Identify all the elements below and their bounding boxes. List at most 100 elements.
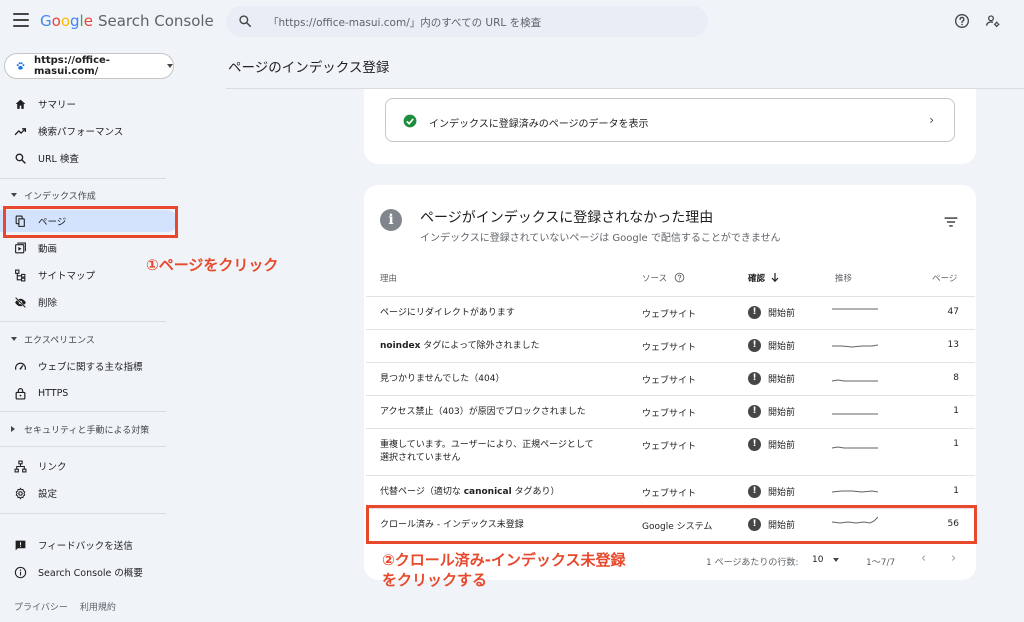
nav-about[interactable]: Search Console の概要 [0, 561, 178, 583]
annotation-box-pages [3, 206, 178, 238]
speed-icon [15, 362, 26, 370]
nav-settings-label: 設定 [38, 489, 58, 500]
chevron-down-icon [167, 64, 173, 68]
privacy-link[interactable]: プライバシー [14, 600, 68, 613]
search-placeholder: 「https://office-masui.com/」内のすべての URL を検… [268, 17, 542, 29]
row-status-label: 開始前 [768, 408, 796, 418]
nav-videos-label: 動画 [38, 244, 58, 255]
trend-sparkline [832, 413, 878, 415]
card-subtitle: インデックスに登録されていないページは Google で配信することができません [420, 233, 781, 244]
table-row[interactable]: 重複しています。ユーザーにより、正規ページとして 選択されていません ウェブサイト… [366, 428, 975, 475]
info-icon [14, 566, 27, 578]
visibility-off-icon [14, 296, 27, 308]
table-row[interactable]: 代替ページ（適切な canonical タグあり） ウェブサイト ! 開始前 1 [366, 475, 975, 508]
section-indexing-label: インデックス作成 [24, 191, 96, 202]
row-reason: 代替ページ（適切な canonical タグあり） [380, 486, 560, 499]
top-bar: Google Search Console 「https://office-mas… [0, 0, 1024, 44]
row-reason-code: canonical [463, 487, 512, 497]
column-header-source[interactable]: ソース [642, 272, 667, 284]
help-icon[interactable] [954, 13, 970, 29]
table-row[interactable]: ページにリダイレクトがあります ウェブサイト ! 開始前 47 [366, 296, 975, 329]
column-header-validation[interactable]: 確認 [748, 272, 765, 284]
row-reason-code: noindex [380, 341, 421, 351]
url-inspect-search[interactable]: 「https://office-masui.com/」内のすべての URL を検… [226, 6, 708, 37]
row-pages: 47 [947, 307, 959, 317]
row-pages: 13 [947, 340, 959, 350]
nav-performance[interactable]: 検索パフォーマンス [0, 120, 178, 142]
row-status: ! 開始前 [748, 339, 795, 352]
help-icon[interactable] [674, 272, 685, 283]
table-row[interactable]: アクセス禁止（403）が原因でブロックされました ウェブサイト ! 開始前 1 [366, 395, 975, 428]
alert-icon: ! [748, 306, 761, 319]
nav-url-inspection-label: URL 検査 [38, 154, 79, 165]
footer-links: プライバシー 利用規約 [14, 600, 116, 613]
main-menu-icon[interactable] [13, 13, 29, 27]
nav-links[interactable]: リンク [0, 455, 178, 477]
nav-summary[interactable]: サマリー [0, 93, 178, 115]
nav-settings[interactable]: 設定 [0, 482, 178, 504]
terms-link[interactable]: 利用規約 [80, 600, 116, 613]
trending-up-icon [14, 127, 27, 135]
property-selector[interactable]: https://office-masui.com/ [4, 53, 174, 79]
column-header-trend[interactable]: 推移 [835, 272, 852, 284]
chevron-right-icon: › [929, 113, 934, 127]
section-indexing[interactable]: インデックス作成 [0, 186, 178, 204]
nav-url-inspection[interactable]: URL 検査 [0, 147, 178, 169]
section-experience[interactable]: エクスペリエンス [0, 330, 178, 348]
table-row[interactable]: noindex タグによって除外されました ウェブサイト ! 開始前 13 [366, 329, 975, 362]
card-title: ページがインデックスに登録されなかった理由 [420, 210, 714, 226]
account-settings-icon[interactable] [985, 13, 1001, 29]
trend-sparkline [832, 446, 878, 449]
row-reason: noindex タグによって除外されました [380, 340, 540, 353]
row-reason-text: タグによって除外されました [420, 341, 540, 351]
row-pages: 1 [953, 486, 959, 496]
row-status: ! 開始前 [748, 438, 795, 451]
annotation-box-crawled-row [366, 505, 977, 544]
sort-arrow-down-icon[interactable] [770, 272, 780, 283]
sidebar-divider [0, 513, 166, 514]
trend-sparkline [832, 379, 878, 382]
prev-page-icon[interactable]: ‹ [921, 551, 926, 566]
row-source: ウェブサイト [642, 376, 697, 386]
feedback-icon [15, 540, 26, 550]
nav-feedback[interactable]: フィードバックを送信 [0, 534, 178, 556]
trend-sparkline [832, 308, 878, 310]
nav-core-web-vitals[interactable]: ウェブに関する主な指標 [0, 355, 178, 377]
nav-summary-label: サマリー [38, 100, 77, 111]
settings-icon [15, 486, 26, 500]
nav-performance-label: 検索パフォーマンス [38, 127, 124, 138]
row-source: ウェブサイト [642, 409, 697, 419]
table-row[interactable]: 見つかりませんでした（404） ウェブサイト ! 開始前 8 [366, 362, 975, 395]
nav-links-label: リンク [38, 462, 67, 473]
row-pages: 8 [953, 373, 959, 383]
caret-right-icon [11, 426, 15, 432]
app-logo[interactable]: Google Search Console [40, 12, 214, 30]
view-indexed-pages-label: インデックスに登録済みのページのデータを表示 [429, 119, 649, 130]
view-indexed-pages-link[interactable]: インデックスに登録済みのページのデータを表示 › [385, 98, 955, 142]
nav-about-label: Search Console の概要 [38, 568, 143, 579]
sidebar-divider [0, 321, 166, 322]
alert-icon: ! [748, 372, 761, 385]
next-page-icon[interactable]: › [951, 551, 956, 566]
alert-icon: ! [748, 339, 761, 352]
column-header-pages[interactable]: ページ [932, 272, 957, 284]
nav-https[interactable]: HTTPS [0, 382, 178, 404]
filter-icon[interactable] [944, 216, 958, 228]
column-header-reason[interactable]: 理由 [380, 272, 397, 284]
row-status: ! 開始前 [748, 485, 795, 498]
logo-product-text: Search Console [97, 12, 214, 30]
row-reason-text: 代替ページ（適切な [380, 487, 464, 497]
info-icon: i [380, 209, 402, 231]
video-icon [15, 242, 26, 253]
sidebar-divider [0, 446, 166, 447]
search-icon [15, 153, 26, 164]
nav-removals[interactable]: 削除 [0, 291, 178, 313]
row-reason: 重複しています。ユーザーにより、正規ページとして 選択されていません [380, 439, 594, 465]
logo-google-text: Google [40, 12, 93, 30]
rows-per-page-label: 1 ページあたりの行数: [706, 558, 799, 568]
property-url: https://office-masui.com/ [33, 55, 110, 77]
row-pages: 1 [953, 406, 959, 416]
annotation-step2-line1: ②クロール済み-インデックス未登録 [382, 551, 626, 569]
rows-per-page-select[interactable]: 10 [812, 555, 840, 565]
section-security[interactable]: セキュリティと手動による対策 [0, 420, 178, 438]
